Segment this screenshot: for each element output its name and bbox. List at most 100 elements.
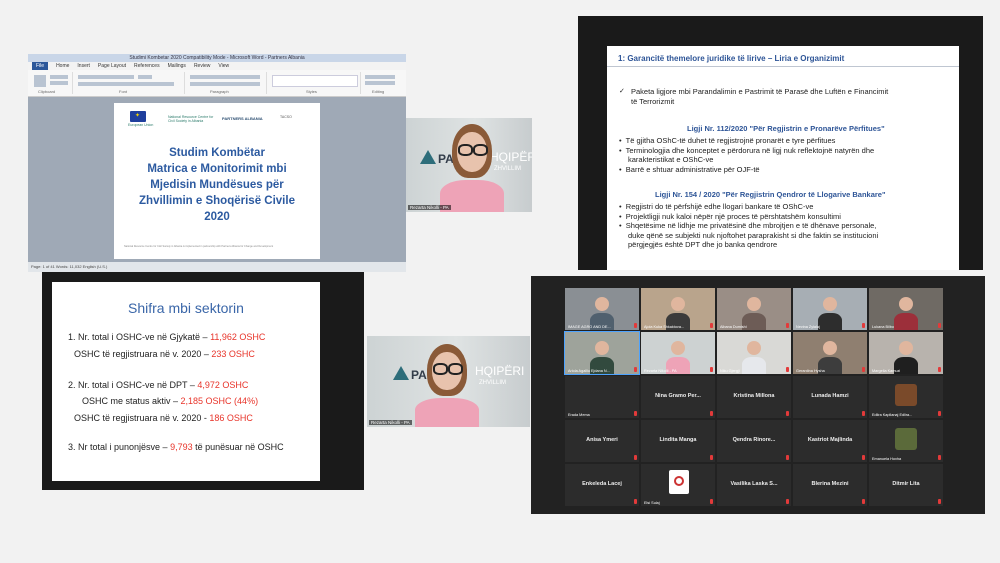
status-bar: Page: 1 of 41 Words: 11,032 English (U.S… (28, 262, 406, 272)
participant-tile[interactable]: Nina Gramo Per... (641, 376, 715, 418)
stat-line-4: OSHC me status aktiv – 2,185 OSHC (44%) (82, 396, 259, 406)
page-footer: National Resource Centre for Civil Socie… (124, 245, 274, 248)
eu-logo-label: European Union (128, 123, 154, 127)
participant-tile[interactable]: Anisa Ymeri (565, 420, 639, 462)
speaker-video-top[interactable]: PAR HQIPËRI ZHVILLIM Rezarta Nikolli - P… (406, 118, 532, 212)
participant-tile[interactable]: Gerardina Hysha (793, 332, 867, 374)
tab-review[interactable]: Review (194, 62, 210, 70)
tab-home[interactable]: Home (56, 62, 69, 70)
font-select[interactable] (78, 75, 134, 79)
partners-logo-mark (420, 150, 436, 164)
partners-logo-mark (393, 366, 409, 380)
tab-references[interactable]: References (134, 62, 160, 70)
eu-flag-logo (130, 111, 146, 122)
stat-line-1: 1. Nr. total i OSHC-ve në Gjykatë – 11,9… (68, 332, 266, 342)
mic-muted-icon (634, 323, 637, 328)
profile-photo (895, 428, 917, 450)
stat-line-2: OSHC të regjistruara në v. 2020 – 233 OS… (74, 349, 255, 359)
organization-logo (669, 470, 689, 494)
replace-icon[interactable] (365, 81, 395, 85)
participant-tile[interactable]: Lindita Manga (641, 420, 715, 462)
slide-legal-panel: 1: Garancitë themelore juridike të liriv… (578, 16, 983, 270)
participant-tile[interactable]: Lunada Hamzi (793, 376, 867, 418)
heading-divider (607, 66, 959, 67)
participant-tile[interactable]: Nevina Zylalaj (793, 288, 867, 330)
participant-tile[interactable]: Edlira Kapllanaj Edlira... (869, 376, 943, 418)
mic-muted-icon (710, 499, 713, 504)
participant-tile[interactable]: Vasilika Laska S... (717, 464, 791, 506)
profile-photo (895, 384, 917, 406)
stat-line-3: 2. Nr. total i OSHC-ve në DPT – 4,972 OS… (68, 380, 249, 390)
format-buttons[interactable] (78, 82, 174, 86)
align-buttons[interactable] (190, 82, 260, 86)
participant-tile[interactable]: Niku Gjergji (717, 332, 791, 374)
mic-muted-icon (634, 455, 637, 460)
bullet-item: • Të gjitha OShC-të duhet të regjistrojn… (619, 136, 836, 145)
copy-icon[interactable] (50, 81, 68, 85)
tab-mailings[interactable]: Mailings (168, 62, 186, 70)
mic-muted-icon (710, 323, 713, 328)
slide-title: Shifra mbi sektorin (128, 300, 244, 316)
font-size-select[interactable] (138, 75, 152, 79)
find-icon[interactable] (365, 75, 395, 79)
participant-tile[interactable]: Lukana Bilbo (869, 288, 943, 330)
tab-view[interactable]: View (218, 62, 229, 70)
participant-name-tag: Rezarta Nikolli - PA (369, 420, 412, 425)
partners-albania-logo: PARTNERS ALBANIA (222, 116, 263, 121)
speaker-video-bottom[interactable]: PAR HQIPËRI ZHVILLIM Rezarta Nikolli - P… (367, 336, 530, 427)
participant-tile[interactable]: Rezarta Nikolli - PA (641, 332, 715, 374)
slide-heading: 1: Garancitë themelore juridike të liriv… (618, 54, 845, 63)
glasses-left (433, 363, 448, 375)
paste-icon[interactable] (34, 75, 46, 87)
glasses-left (458, 144, 473, 156)
mic-muted-icon (710, 411, 713, 416)
mic-muted-icon (938, 367, 941, 372)
background-logo-subtext: ZHVILLIM (494, 166, 522, 172)
mic-muted-icon (862, 323, 865, 328)
participant-avatar (742, 341, 766, 374)
participant-avatar (818, 297, 842, 330)
participant-tile[interactable]: Enkeleda Lacej (565, 464, 639, 506)
ribbon-group-clipboard: Clipboard (30, 72, 73, 94)
law-154-bullets: • Regjistri do të përfshijë edhe llogari… (619, 202, 879, 249)
ribbon: Clipboard Font Paragraph Styles Editing (28, 70, 406, 97)
mic-muted-icon (862, 367, 865, 372)
background-logo-text-2: HQIPËRI (475, 364, 525, 378)
participant-tile[interactable]: Kristina Millona (717, 376, 791, 418)
participant-tile[interactable]: Kastriot Majlinda (793, 420, 867, 462)
document-title: Studim Kombëtar Matrica e Monitorimit mb… (139, 147, 295, 223)
participant-tile[interactable]: IMAGE AGRO AND DE... (565, 288, 639, 330)
participant-tile[interactable]: Qendra Rinore... (717, 420, 791, 462)
participant-tile[interactable]: Margelia Kamuzi (869, 332, 943, 374)
video-gallery: IMAGE AGRO AND DE... Ajola Kuka Shkaktov… (531, 276, 985, 514)
bullet-item: • Projektligji nuk kaloi nëpër një proce… (619, 211, 841, 221)
participant-tile[interactable]: Erada Mema (565, 376, 639, 418)
slide-numbers-panel: Shifra mbi sektorin 1. Nr. total i OSHC-… (42, 272, 364, 490)
list-buttons[interactable] (190, 75, 260, 79)
tab-insert[interactable]: Insert (77, 62, 90, 70)
participant-tile[interactable]: Ariola Agalliu Ejdana N... (564, 331, 640, 375)
mic-muted-icon (786, 367, 789, 372)
mic-muted-icon (938, 411, 941, 416)
background-logo-text-2: HQIPËRI (490, 150, 532, 164)
ribbon-group-paragraph: Paragraph (186, 72, 267, 94)
document-page[interactable]: European Union National Resource Centre … (114, 103, 320, 259)
styles-gallery[interactable] (272, 75, 358, 87)
glasses-right (448, 363, 463, 375)
cut-icon[interactable] (50, 75, 68, 79)
participant-tile[interactable]: Elsi Sulaj (641, 464, 715, 506)
participant-tile[interactable]: Emanuela Hoxha (869, 420, 943, 462)
slide-legal: 1: Garancitë themelore juridike të liriv… (607, 46, 959, 270)
mic-muted-icon (634, 411, 637, 416)
mic-muted-icon (786, 411, 789, 416)
tab-file[interactable]: File (32, 62, 49, 70)
document-canvas[interactable]: European Union National Resource Centre … (28, 97, 406, 262)
ribbon-tabs: File Home Insert Page Layout References … (28, 62, 406, 70)
participant-tile[interactable]: Ditmir Lita (869, 464, 943, 506)
participant-tile[interactable]: Albana Dumishi (717, 288, 791, 330)
participant-tile[interactable]: Ajola Kuka Shkaktova... (641, 288, 715, 330)
participant-tile[interactable]: Blerina Mezini (793, 464, 867, 506)
mic-muted-icon (862, 411, 865, 416)
mic-muted-icon (710, 455, 713, 460)
tab-page-layout[interactable]: Page Layout (98, 62, 126, 70)
